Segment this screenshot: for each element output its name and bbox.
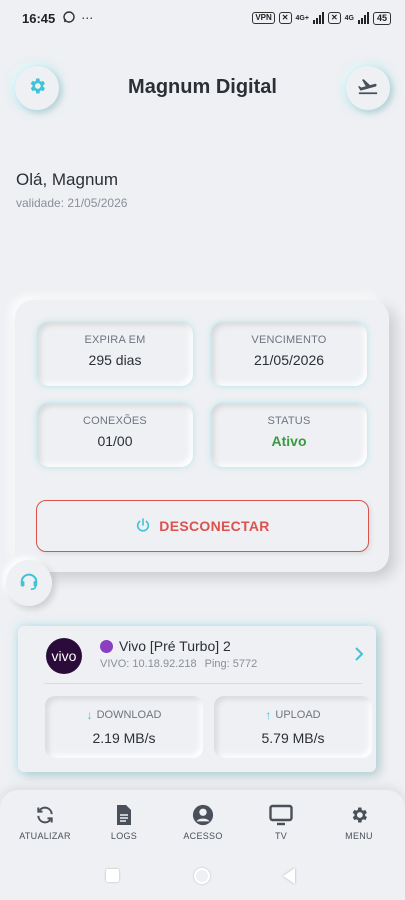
gear-icon bbox=[324, 804, 394, 826]
status-value: Ativo bbox=[271, 433, 307, 449]
clock: 16:45 bbox=[22, 10, 56, 26]
battery-icon: 45 bbox=[372, 11, 391, 25]
vivo-logo: vivo bbox=[46, 638, 82, 674]
vpn-badge: VPN bbox=[252, 12, 275, 24]
due-date-box: VENCIMENTO 21/05/2026 bbox=[211, 322, 367, 386]
page-title: Magnum Digital bbox=[128, 76, 277, 98]
wifi-calling-icon: ✕ bbox=[278, 12, 292, 24]
refresh-icon bbox=[10, 804, 80, 826]
download-box: ↓ DOWNLOAD 2.19 MB/s bbox=[45, 696, 203, 758]
support-button[interactable] bbox=[6, 560, 52, 606]
nav-tv[interactable]: TV bbox=[246, 804, 316, 841]
nav-atualizar-label: ATUALIZAR bbox=[19, 831, 71, 841]
wifi-calling-icon-2: ✕ bbox=[327, 12, 341, 24]
expires-label: EXPIRA EM bbox=[84, 334, 146, 346]
connections-label: CONEXÕES bbox=[83, 415, 147, 427]
nav-menu-label: MENU bbox=[345, 831, 373, 841]
server-name-row: Vivo [Pré Turbo] 2 bbox=[100, 638, 231, 654]
account-card: EXPIRA EM 295 dias VENCIMENTO 21/05/2026… bbox=[15, 300, 389, 572]
home-button[interactable] bbox=[194, 868, 210, 884]
nav-acesso[interactable]: ACESSO bbox=[168, 804, 238, 841]
due-date-label: VENCIMENTO bbox=[251, 334, 327, 346]
upload-box: ↑ UPLOAD 5.79 MB/s bbox=[214, 696, 372, 758]
expires-value: 295 dias bbox=[88, 352, 142, 368]
expires-box: EXPIRA EM 295 dias bbox=[37, 322, 193, 386]
connections-box: CONEXÕES 01/00 bbox=[37, 403, 193, 467]
network-type-1: 4G+ bbox=[295, 14, 309, 22]
disconnect-button[interactable]: DESCONECTAR bbox=[36, 500, 369, 552]
signal-icon-1 bbox=[312, 12, 324, 24]
disconnect-label: DESCONECTAR bbox=[159, 518, 270, 534]
server-ip: VIVO: 10.18.92.218 bbox=[100, 658, 197, 670]
status-bar: 16:45 ⋯ VPN ✕ 4G+ ✕ 4G 45 bbox=[0, 0, 405, 36]
purple-circle-icon bbox=[100, 639, 113, 653]
server-ping: Ping: 5772 bbox=[204, 658, 258, 670]
whatsapp-icon bbox=[63, 10, 75, 26]
upload-label: UPLOAD bbox=[275, 709, 321, 721]
system-navigation-bar bbox=[0, 862, 405, 890]
document-icon bbox=[89, 804, 159, 826]
nav-logs-label: LOGS bbox=[110, 831, 138, 841]
download-value: 2.19 MB/s bbox=[92, 730, 156, 746]
download-label: DOWNLOAD bbox=[96, 709, 162, 721]
nav-atualizar[interactable]: ATUALIZAR bbox=[10, 804, 80, 841]
status-box: STATUS Ativo bbox=[211, 403, 367, 467]
greeting-text: Olá, Magnum bbox=[16, 170, 119, 189]
tv-icon bbox=[246, 804, 316, 826]
server-details: VIVO: 10.18.92.218 Ping: 5772 bbox=[100, 658, 257, 670]
upload-value: 5.79 MB/s bbox=[261, 730, 325, 746]
app-header: Magnum Digital bbox=[0, 60, 405, 116]
arrow-down-icon: ↓ bbox=[86, 708, 93, 722]
server-name: Vivo [Pré Turbo] 2 bbox=[119, 638, 231, 654]
nav-menu[interactable]: MENU bbox=[324, 804, 394, 841]
nav-acesso-label: ACESSO bbox=[183, 831, 223, 841]
divider bbox=[44, 683, 362, 684]
more-notifications-icon: ⋯ bbox=[81, 11, 94, 25]
nav-logs[interactable]: LOGS bbox=[89, 804, 159, 841]
recents-button[interactable] bbox=[106, 869, 119, 882]
power-icon bbox=[135, 517, 151, 536]
connections-value: 01/00 bbox=[97, 433, 133, 449]
airplane-mode-button[interactable] bbox=[346, 66, 390, 110]
server-card[interactable]: vivo Vivo [Pré Turbo] 2 VIVO: 10.18.92.2… bbox=[18, 626, 376, 772]
validity-text: validade: 21/05/2026 bbox=[16, 196, 128, 210]
due-date-value: 21/05/2026 bbox=[253, 352, 325, 368]
user-circle-icon bbox=[168, 804, 238, 826]
airplane-icon bbox=[357, 76, 379, 101]
arrow-up-icon: ↑ bbox=[265, 708, 272, 722]
back-button[interactable] bbox=[283, 868, 295, 884]
chevron-right-icon[interactable] bbox=[354, 646, 364, 667]
signal-icon-2 bbox=[357, 12, 369, 24]
network-type-2: 4G bbox=[344, 14, 354, 22]
headset-icon bbox=[18, 570, 40, 597]
status-label: STATUS bbox=[267, 415, 311, 427]
nav-tv-label: TV bbox=[274, 831, 288, 841]
